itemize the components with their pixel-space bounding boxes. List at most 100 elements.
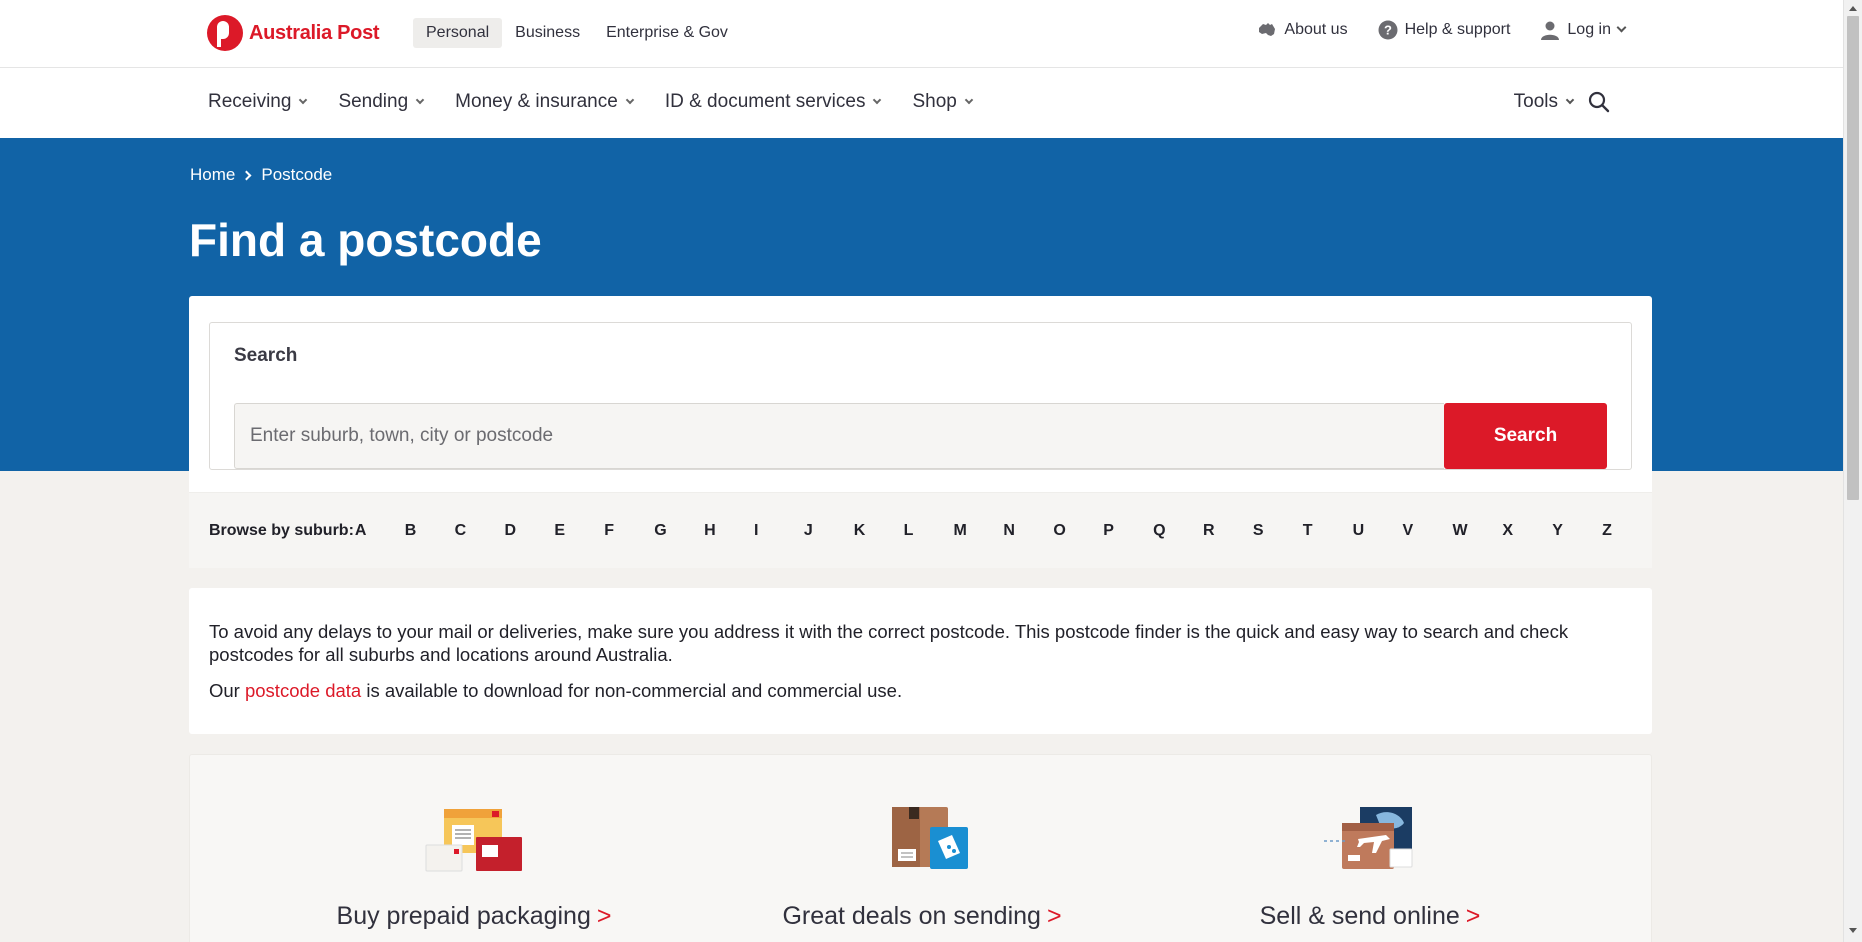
- login-label: Log in: [1567, 21, 1611, 38]
- letter-link[interactable]: L: [904, 522, 954, 540]
- logo-text: Australia Post: [249, 21, 380, 44]
- info-text: is available to download for non-commerc…: [361, 680, 903, 701]
- nav-sending-label: Sending: [338, 91, 409, 112]
- chevron-right-icon: >: [1046, 902, 1062, 930]
- nav-money-insurance[interactable]: Money & insurance: [455, 91, 635, 113]
- promo-title: Buy prepaid packaging >: [274, 902, 674, 931]
- top-bar: Australia Post Personal Business Enterpr…: [0, 0, 1843, 68]
- letter-link[interactable]: P: [1103, 522, 1153, 540]
- about-us-label: About us: [1284, 21, 1348, 38]
- main-nav-items: Receiving Sending Money & insurance ID &…: [208, 91, 1004, 113]
- letter-link[interactable]: H: [704, 522, 754, 540]
- letter-link[interactable]: D: [505, 522, 555, 540]
- search-input[interactable]: [234, 403, 1444, 469]
- letter-link[interactable]: J: [804, 522, 854, 540]
- letter-link[interactable]: T: [1303, 522, 1353, 540]
- plane-parcel-illustration: [1324, 807, 1413, 869]
- promo-title-text: Buy prepaid packaging: [336, 902, 591, 930]
- scroll-down-arrow-icon[interactable]: [1849, 928, 1857, 933]
- chevron-right-icon: >: [596, 902, 612, 930]
- chevron-down-icon: [1616, 22, 1627, 33]
- letter-link[interactable]: G: [654, 522, 704, 540]
- login-menu[interactable]: Log in: [1540, 20, 1627, 40]
- chevron-down-icon: [415, 95, 425, 104]
- letter-link[interactable]: O: [1053, 522, 1103, 540]
- chevron-down-icon: [299, 95, 308, 104]
- postcode-data-link[interactable]: postcode data: [245, 680, 361, 701]
- letter-link[interactable]: S: [1253, 522, 1303, 540]
- browse-label: Browse by suburb:: [209, 521, 354, 539]
- chevron-down-icon: [625, 95, 635, 104]
- segment-enterprise-gov[interactable]: Enterprise & Gov: [593, 18, 741, 48]
- search-panel: Search Search: [209, 322, 1632, 470]
- letter-link[interactable]: B: [405, 522, 455, 540]
- main-nav: Receiving Sending Money & insurance ID &…: [0, 68, 1843, 138]
- letter-link[interactable]: U: [1353, 522, 1403, 540]
- info-card: To avoid any delays to your mail or deli…: [189, 588, 1652, 734]
- auspost-logo-icon: [207, 15, 243, 51]
- letter-link[interactable]: X: [1502, 522, 1552, 540]
- nav-tools[interactable]: Tools: [1513, 91, 1575, 113]
- breadcrumb: Home Postcode: [190, 165, 332, 185]
- letter-link[interactable]: K: [854, 522, 904, 540]
- search-card: Search Search Browse by suburb: A B C D …: [189, 296, 1652, 568]
- promo-section: Buy prepaid packaging > Great deals on se…: [189, 754, 1652, 942]
- postcode-data-paragraph: Our postcode data is available to downlo…: [209, 679, 1632, 702]
- nav-receiving[interactable]: Receiving: [208, 91, 308, 113]
- chevron-right-icon: [241, 170, 252, 180]
- letter-link[interactable]: F: [604, 522, 654, 540]
- chevron-down-icon: [873, 95, 882, 104]
- scroll-up-arrow-icon[interactable]: [1849, 6, 1857, 11]
- prepaid-packaging-illustration: [425, 809, 522, 872]
- chevron-down-icon: [964, 95, 974, 104]
- letter-link[interactable]: Z: [1602, 522, 1652, 540]
- nav-money-insurance-label: Money & insurance: [455, 91, 618, 112]
- help-support-link[interactable]: ? Help & support: [1378, 20, 1510, 40]
- page-title: Find a postcode: [189, 214, 542, 266]
- scrollbar-thumb[interactable]: [1847, 16, 1859, 500]
- promo-title-text: Great deals on sending: [782, 902, 1041, 930]
- letter-link[interactable]: V: [1403, 522, 1453, 540]
- info-text: Our: [209, 680, 245, 701]
- about-us-link[interactable]: About us: [1257, 20, 1348, 40]
- chevron-down-icon: [1565, 95, 1575, 104]
- search-button[interactable]: Search: [1444, 403, 1607, 469]
- letter-link[interactable]: R: [1203, 522, 1253, 540]
- nav-shop[interactable]: Shop: [912, 91, 974, 113]
- browse-by-suburb: Browse by suburb: A B C D E F G H I J K …: [189, 492, 1652, 568]
- user-icon: [1541, 21, 1560, 40]
- vertical-scrollbar[interactable]: [1843, 0, 1862, 942]
- nav-receiving-label: Receiving: [208, 91, 292, 112]
- letter-list: A B C D E F G H I J K L M N O P Q R S T: [355, 522, 1652, 540]
- nav-id-document-services-label: ID & document services: [664, 91, 866, 112]
- letter-link[interactable]: Q: [1153, 522, 1203, 540]
- search-icon[interactable]: [1587, 90, 1611, 114]
- promo-prepaid-packaging[interactable]: Buy prepaid packaging >: [274, 805, 674, 931]
- nav-sending[interactable]: Sending: [338, 91, 425, 113]
- segment-business[interactable]: Business: [502, 18, 593, 48]
- letter-link[interactable]: I: [754, 522, 804, 540]
- letter-link[interactable]: M: [954, 522, 1004, 540]
- nav-tools-label: Tools: [1513, 91, 1558, 112]
- utility-links: About us ? Help & support Log in: [1227, 20, 1627, 40]
- page: Australia Post Personal Business Enterpr…: [0, 0, 1843, 942]
- promo-title: Great deals on sending >: [722, 902, 1122, 931]
- letter-link[interactable]: E: [554, 522, 604, 540]
- letter-link[interactable]: W: [1452, 522, 1502, 540]
- info-paragraph: To avoid any delays to your mail or deli…: [209, 621, 1569, 665]
- letter-link[interactable]: C: [455, 522, 505, 540]
- promo-title: Sell & send online >: [1170, 902, 1570, 931]
- australia-post-logo[interactable]: Australia Post: [207, 15, 380, 51]
- promo-great-deals-sending[interactable]: Great deals on sending >: [722, 805, 1122, 931]
- nav-id-document-services[interactable]: ID & document services: [664, 91, 882, 113]
- promo-sell-send-online[interactable]: Sell & send online >: [1170, 805, 1570, 931]
- segment-switcher: Personal Business Enterprise & Gov: [413, 18, 741, 48]
- breadcrumb-home[interactable]: Home: [190, 165, 235, 185]
- breadcrumb-current: Postcode: [261, 165, 333, 184]
- search-label: Search: [234, 345, 298, 366]
- letter-link[interactable]: N: [1003, 522, 1053, 540]
- segment-personal[interactable]: Personal: [413, 18, 503, 48]
- letter-link[interactable]: Y: [1552, 522, 1602, 540]
- letter-link[interactable]: A: [355, 522, 405, 540]
- chevron-right-icon: >: [1465, 902, 1481, 930]
